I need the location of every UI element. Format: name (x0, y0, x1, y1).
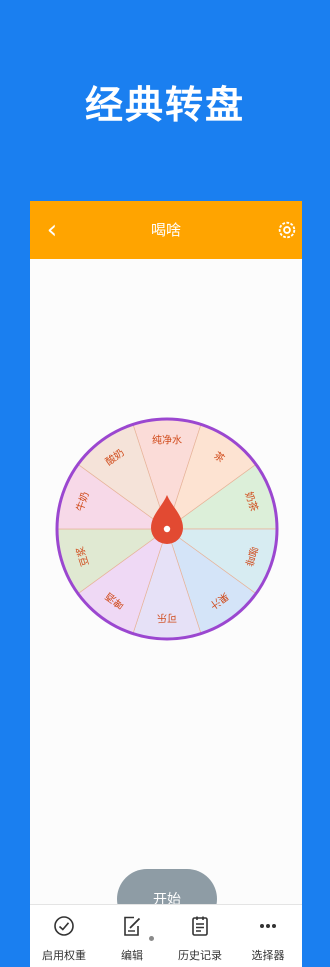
promo-title: 经典转盘 (84, 83, 245, 127)
app-bar: ‹ 喝啥 (30, 201, 302, 259)
edit-icon (124, 916, 141, 936)
nav-item-picker[interactable]: 选择器 (234, 905, 302, 967)
nav-label-weights: 启用权重 (42, 949, 86, 962)
nav-item-weights[interactable]: 启用权重 (30, 905, 98, 967)
main-content: 纯净水茶奶茶 咖啡 果汁 可乐 啤酒 豆浆 牛奶 酸奶 开始 (30, 259, 302, 929)
gear-icon[interactable] (276, 219, 298, 241)
wheel-segment-label: 纯净水 (152, 434, 182, 447)
spin-wheel[interactable]: 纯净水茶奶茶咖啡果汁可乐啤酒豆浆牛奶酸奶 (54, 348, 280, 733)
nav-label-history: 历史记录 (178, 949, 222, 962)
wheel-segment-label: 可乐 (157, 612, 177, 624)
nav-label-picker: 选择器 (251, 949, 285, 962)
chevron-left-icon[interactable]: ‹ (38, 215, 66, 245)
page-title: 喝啥 (150, 221, 181, 239)
nav-label-edit: 编辑 (121, 949, 143, 962)
nav-item-history[interactable]: 历史记录 (166, 905, 234, 967)
bottom-nav: 启用权重 编辑 历史记录 选择器 (30, 904, 302, 967)
nav-item-edit[interactable]: 编辑 (98, 905, 166, 967)
history-icon (192, 916, 208, 936)
check-circle-icon (54, 916, 74, 936)
phone-screen: ‹ 喝啥 纯净水茶奶茶咖啡果汁可乐啤酒豆浆牛奶酸奶 开始 启用权重 (30, 201, 302, 967)
nav-indicator-dot (149, 936, 154, 941)
pointer-center (163, 525, 171, 533)
more-icon (260, 924, 276, 928)
